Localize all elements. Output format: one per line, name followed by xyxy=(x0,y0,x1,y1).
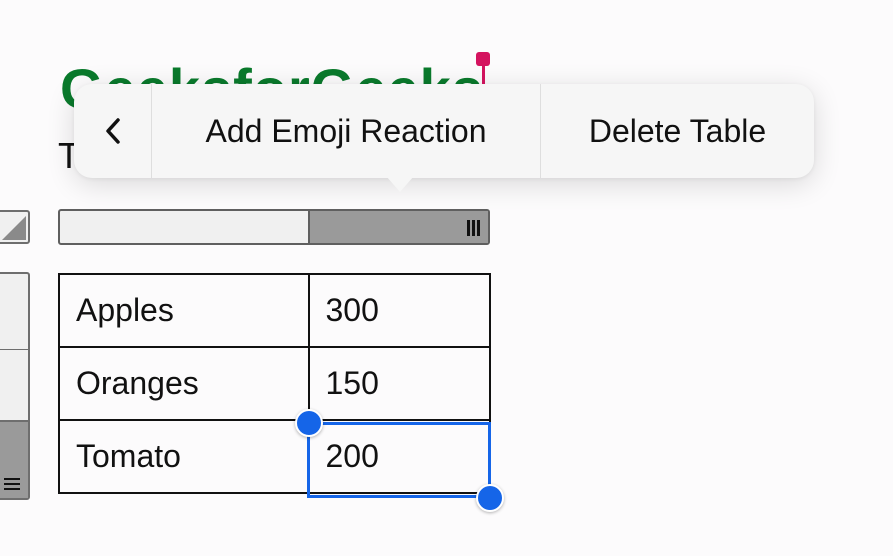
left-scroll-resize-handle[interactable] xyxy=(0,210,30,244)
table-cell[interactable]: 300 xyxy=(307,273,491,348)
row-selector-panel[interactable] xyxy=(0,272,30,500)
cell-selection-outline xyxy=(307,422,491,498)
resize-corner-icon xyxy=(2,216,26,240)
grip-icon xyxy=(465,220,480,241)
delete-table-button[interactable]: Delete Table xyxy=(541,84,814,178)
selection-start-handle[interactable] xyxy=(295,409,323,437)
table-cell[interactable]: 150 xyxy=(307,346,491,421)
selected-row-indicator[interactable] xyxy=(0,420,28,498)
table-cell[interactable]: Tomato xyxy=(58,419,310,494)
drag-lines-icon xyxy=(4,475,20,490)
table-row: Apples 300 xyxy=(58,273,491,348)
table-cell[interactable]: Oranges xyxy=(58,346,310,421)
text-cursor-knob[interactable] xyxy=(476,52,490,66)
context-menu: Add Emoji Reaction Delete Table xyxy=(74,84,814,178)
scrollbar-thumb[interactable] xyxy=(308,211,488,243)
add-emoji-reaction-button[interactable]: Add Emoji Reaction xyxy=(152,84,541,178)
table-row: Oranges 150 xyxy=(58,346,491,421)
table-horizontal-scrollbar[interactable] xyxy=(58,209,490,245)
table-cell[interactable]: Apples xyxy=(58,273,310,348)
chevron-left-icon xyxy=(105,118,120,144)
menu-back-button[interactable] xyxy=(74,84,152,178)
selection-end-handle[interactable] xyxy=(476,484,504,512)
context-menu-arrow xyxy=(386,176,414,192)
row-divider xyxy=(0,349,28,350)
